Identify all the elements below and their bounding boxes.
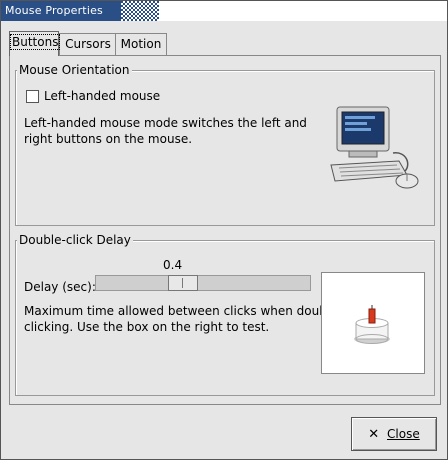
computer-with-mouse-icon — [330, 106, 419, 189]
tab-buttons[interactable]: Buttons — [9, 31, 61, 56]
double-click-description-line1: Maximum time allowed between clicks when… — [24, 304, 342, 318]
delay-label: Delay (sec): — [24, 280, 96, 294]
tab-cursors[interactable]: Cursors — [59, 33, 117, 55]
close-icon: ✕ — [368, 427, 380, 442]
delay-slider-thumb[interactable] — [168, 275, 198, 291]
delay-value: 0.4 — [163, 258, 183, 272]
delay-slider[interactable] — [95, 275, 311, 291]
orientation-description-line1: Left-handed mouse mode switches the left… — [24, 116, 307, 130]
double-click-test-box[interactable] — [321, 272, 425, 374]
orientation-description-line2: right buttons on the mouse. — [24, 132, 193, 146]
close-button-label: Close — [387, 427, 420, 441]
title-bar[interactable]: Mouse Properties — [1, 1, 447, 21]
left-handed-label[interactable]: Left-handed mouse — [44, 88, 160, 104]
double-click-description-line2: clicking. Use the box on the right to te… — [24, 320, 270, 334]
mouse-properties-window: Mouse Properties Buttons Cursors Motion … — [0, 0, 448, 460]
window-title: Mouse Properties — [5, 4, 103, 17]
close-button[interactable]: ✕ Close — [351, 417, 437, 451]
tab-motion[interactable]: Motion — [115, 33, 167, 55]
double-click-heading: Double-click Delay — [17, 233, 133, 247]
orientation-heading: Mouse Orientation — [17, 63, 132, 77]
unlit-candle-icon — [354, 305, 390, 344]
left-handed-checkbox[interactable] — [26, 90, 39, 103]
